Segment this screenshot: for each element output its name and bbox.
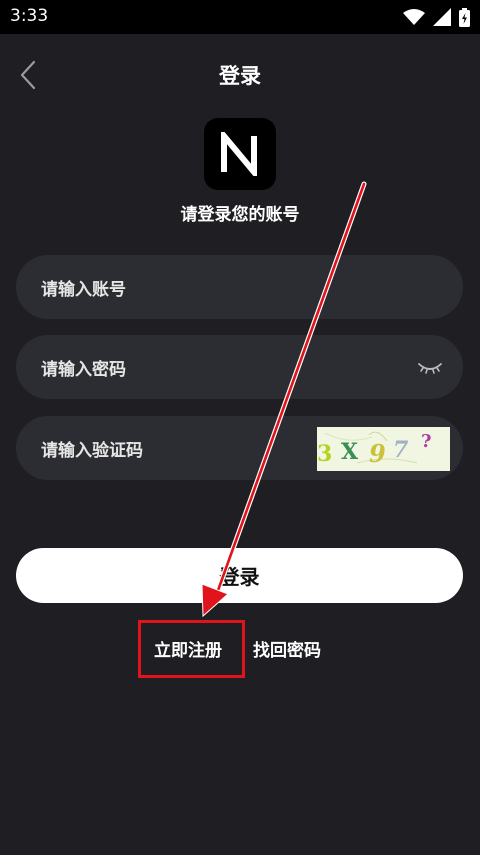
- login-subtitle: 请登录您的账号: [180, 205, 300, 225]
- captcha-char: 7: [393, 437, 409, 463]
- captcha-placeholder: 请输入验证码: [41, 441, 143, 461]
- captcha-char: ?: [421, 431, 432, 452]
- page-title: 登录: [219, 64, 261, 88]
- n-logo-icon: [221, 132, 257, 176]
- captcha-char: 3: [317, 441, 333, 467]
- captcha-input[interactable]: 请输入验证码 3 X 9 7 ?: [16, 416, 463, 480]
- eye-closed-icon[interactable]: [417, 357, 443, 377]
- status-bar: 3:33: [0, 0, 480, 34]
- account-placeholder: 请输入账号: [41, 280, 126, 300]
- password-placeholder: 请输入密码: [41, 360, 126, 380]
- password-input[interactable]: 请输入密码: [16, 335, 463, 399]
- status-icons: [403, 7, 470, 27]
- status-time: 3:33: [10, 6, 49, 26]
- captcha-image[interactable]: 3 X 9 7 ?: [317, 427, 450, 471]
- login-button[interactable]: 登录: [16, 548, 463, 603]
- captcha-char: X: [341, 439, 359, 465]
- signal-icon: [433, 8, 451, 26]
- account-input[interactable]: 请输入账号: [16, 255, 463, 319]
- forgot-password-link[interactable]: 找回密码: [253, 636, 321, 661]
- annotation-highlight-box: [138, 620, 245, 678]
- wifi-icon: [403, 9, 425, 25]
- battery-icon: [459, 7, 470, 27]
- captcha-char: 9: [369, 439, 386, 468]
- app-logo: [204, 118, 276, 190]
